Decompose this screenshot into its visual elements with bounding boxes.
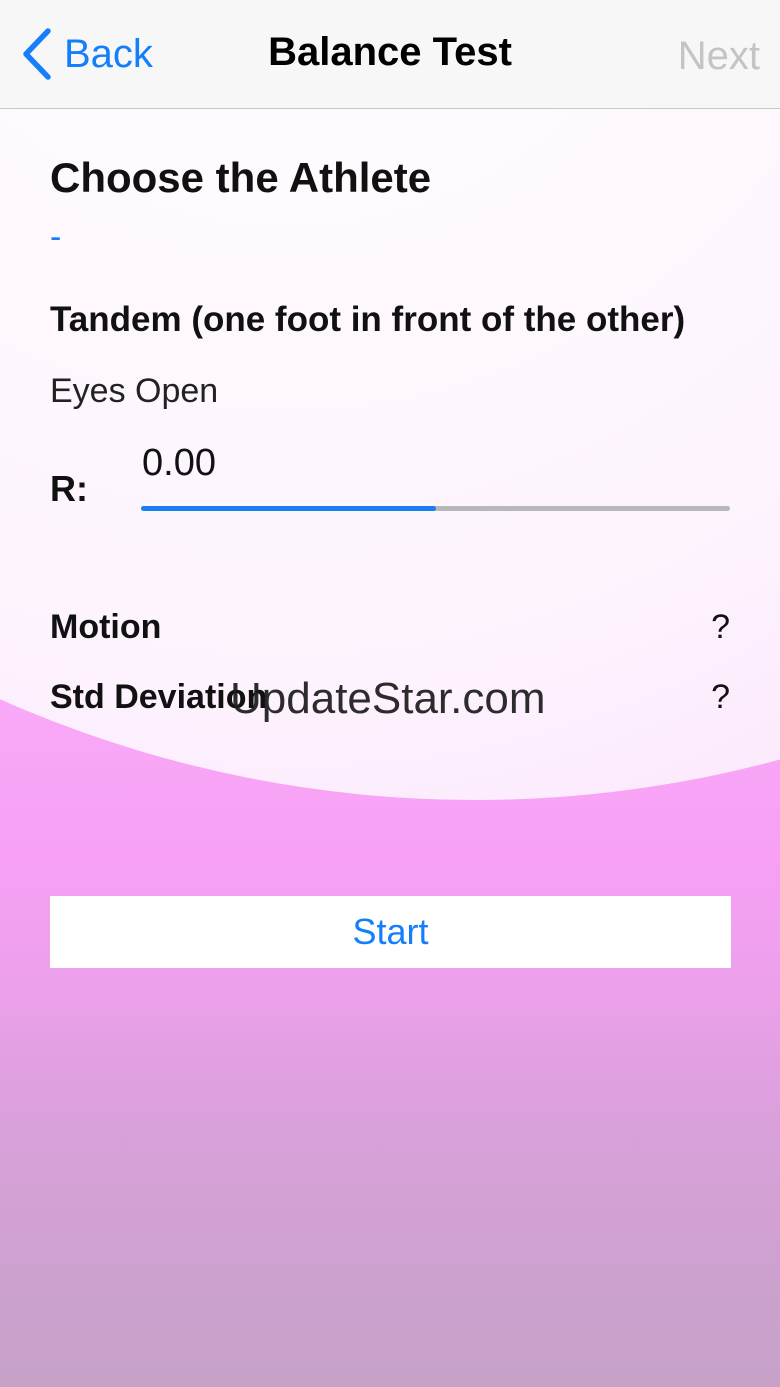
test-type-label: Tandem (one foot in front of the other) [50, 300, 686, 339]
r-value: 0.00 [142, 442, 216, 484]
r-progress-fill [141, 506, 436, 511]
choose-athlete-heading[interactable]: Choose the Athlete [50, 154, 431, 202]
motion-label: Motion [50, 608, 162, 646]
std-deviation-help-button[interactable]: ? [711, 678, 730, 717]
selected-athlete-value[interactable]: - [50, 218, 61, 257]
start-button[interactable]: Start [50, 896, 731, 968]
r-progress-bar [141, 506, 730, 511]
eyes-state-label: Eyes Open [50, 372, 219, 410]
page-title: Balance Test [268, 30, 512, 74]
r-label: R: [50, 468, 88, 509]
background-shade [0, 1000, 780, 1387]
watermark-text: UpdateStar.com [230, 674, 546, 723]
navigation-bar: Back Balance Test Next [0, 0, 780, 109]
next-button[interactable]: Next [678, 34, 760, 79]
app-screen: Back Balance Test Next Choose the Athlet… [0, 0, 780, 1387]
motion-help-button[interactable]: ? [711, 608, 730, 647]
